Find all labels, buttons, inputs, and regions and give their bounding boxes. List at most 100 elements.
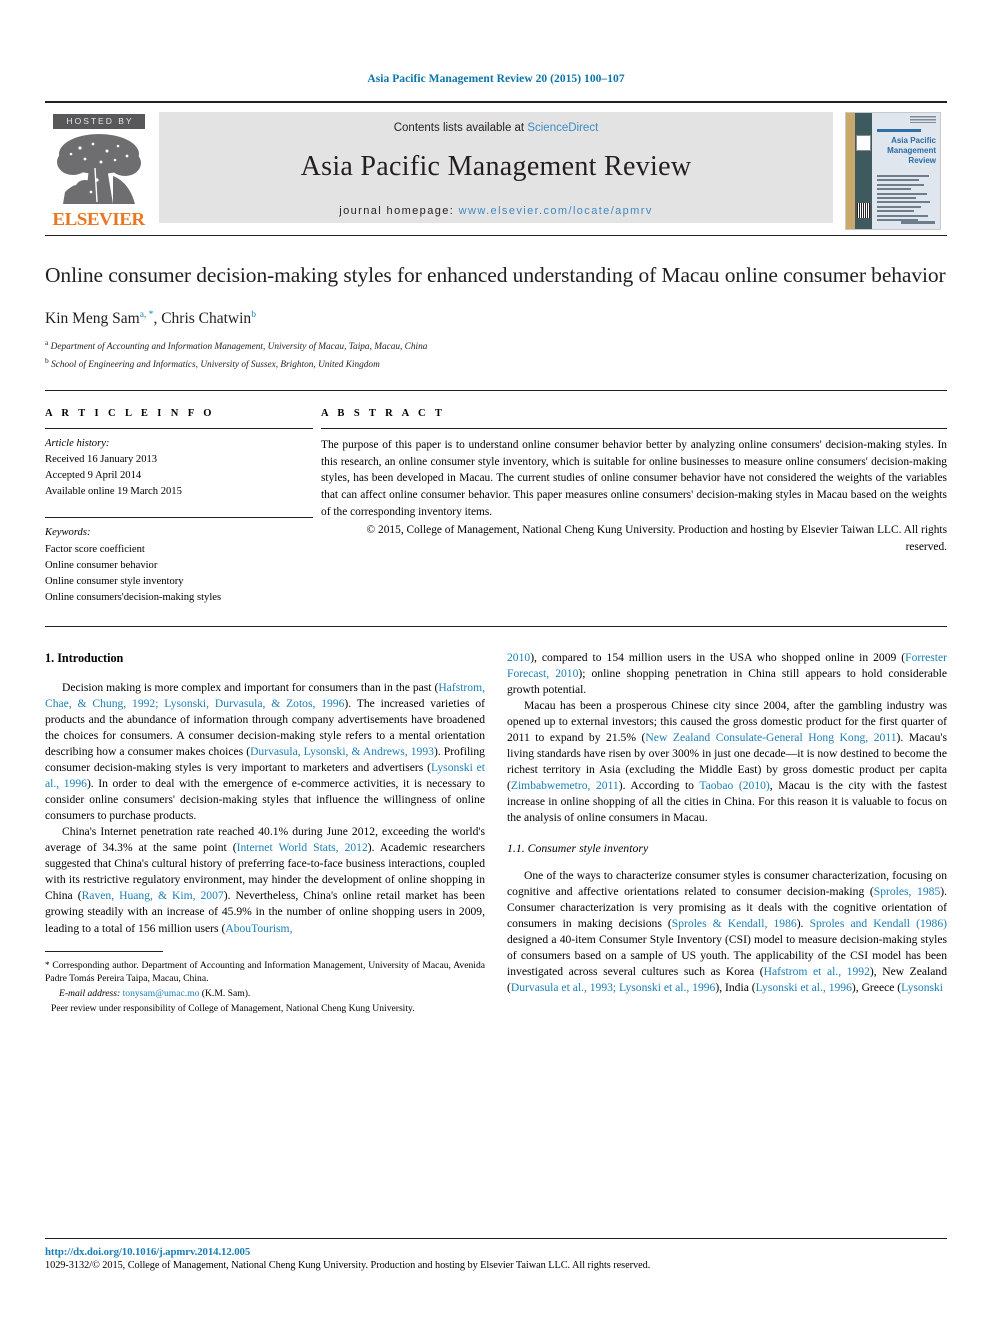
body-column-right: 2010), compared to 154 million users in … (507, 650, 947, 1016)
email-note: E-mail address: tonysam@umac.mo (K.M. Sa… (45, 987, 485, 1001)
cover-eyebrow-rule (877, 129, 921, 132)
body-top-rule (45, 625, 947, 627)
abstract-heading: A B S T R A C T (321, 408, 446, 420)
cover-toc-lines (877, 175, 936, 221)
affiliation-b: b School of Engineering and Informatics,… (45, 355, 947, 373)
affiliation-b-marker: b (45, 355, 49, 365)
body-paragraph: China's Internet penetration rate reache… (45, 824, 485, 936)
abstract-text: The purpose of this paper is to understa… (321, 439, 947, 518)
running-head: Asia Pacific Management Review 20 (2015)… (367, 73, 625, 85)
citation-link[interactable]: Durvasula, Lysonski, & Andrews, 1993 (250, 745, 434, 758)
article-history-label: Article history: (45, 438, 110, 450)
email-label: E-mail address: (59, 988, 121, 1000)
author-2-affiliation-marker: b (251, 309, 256, 320)
body-text: ). (796, 916, 810, 930)
elsevier-tree-icon (55, 132, 143, 209)
body-text: ), compared to 154 million users in the … (530, 650, 906, 664)
keywords-block: Keywords: Factor score coefficient Onlin… (45, 525, 313, 605)
corresponding-author-text: Corresponding author. Department of Acco… (45, 959, 485, 985)
body-text: Decision making is more complex and impo… (62, 680, 439, 694)
abstract-rule (321, 428, 947, 430)
body-paragraph: Decision making is more complex and impo… (45, 680, 485, 824)
footnotes: * Corresponding author. Department of Ac… (45, 950, 485, 1016)
journal-masthead: HOSTED BY ELSEVIER Contents lists availa… (45, 101, 947, 230)
affiliation-a: a Department of Accounting and Informati… (45, 337, 947, 355)
cover-footer-rule (901, 221, 935, 224)
abstract-column: A B S T R A C T The purpose of this pape… (313, 408, 947, 606)
page-footer: http://dx.doi.org/10.1016/j.apmrv.2014.1… (45, 1238, 947, 1271)
keyword-item: Online consumers'decision-making styles (45, 591, 222, 603)
article-received: Received 16 January 2013 (45, 454, 158, 466)
corresponding-author-note: * Corresponding author. Department of Ac… (45, 959, 485, 987)
body-column-left: 1. Introduction Decision making is more … (45, 650, 485, 1016)
article-info-column: A R T I C L E I N F O Article history: R… (45, 408, 313, 606)
citation-link[interactable]: Hafstrom et al., 1992 (764, 965, 870, 978)
keyword-item: Online consumer behavior (45, 559, 158, 571)
citation-link[interactable]: AbouTourism, (225, 922, 292, 935)
citation-link[interactable]: Internet World Stats, 2012 (237, 841, 368, 854)
article-accepted: Accepted 9 April 2014 (45, 470, 142, 482)
citation-link[interactable]: 2010 (507, 651, 530, 664)
affiliation-a-text: Department of Accounting and Information… (50, 342, 428, 353)
cover-seal-icon (856, 135, 871, 151)
left-column-paragraphs: Decision making is more complex and impo… (45, 680, 485, 937)
cover-issn-block (910, 116, 936, 123)
article-history-block: Article history: Received 16 January 201… (45, 436, 313, 500)
body-paragraph: Macau has been a prosperous Chinese city… (507, 698, 947, 826)
contents-prefix: Contents lists available at (393, 122, 528, 134)
info-abstract-row: A R T I C L E I N F O Article history: R… (45, 408, 947, 606)
cover-image: Asia Pacific Management Review (845, 112, 941, 230)
journal-title: Asia Pacific Management Review (300, 151, 692, 182)
info-top-rule (45, 390, 947, 392)
citation-link[interactable]: Lysonski et al., 1996 (756, 981, 852, 994)
footnote-rule (45, 950, 163, 952)
body-paragraph: One of the ways to characterize consumer… (507, 868, 947, 996)
body-text: ), India ( (715, 981, 756, 995)
citation-link[interactable]: Zimbabwemetro, 2011 (511, 779, 619, 792)
article-info-heading: A R T I C L E I N F O (45, 408, 215, 420)
author-name-1: Kin Meng Sam (45, 310, 140, 328)
keywords-label: Keywords: (45, 527, 91, 539)
citation-link[interactable]: Sproles, 1985 (874, 885, 941, 898)
footer-rule (45, 1238, 947, 1239)
masthead-bottom-rule (45, 235, 947, 236)
cover-band-tan (846, 113, 855, 229)
hosted-by-badge: HOSTED BY (53, 114, 145, 129)
citation-link[interactable]: Sproles & Kendall, 1986 (672, 917, 797, 930)
body-columns: 1. Introduction Decision making is more … (45, 650, 947, 1016)
citation-link[interactable]: Sproles and Kendall (1986) (810, 917, 947, 930)
journal-homepage-line: journal homepage: www.elsevier.com/locat… (339, 205, 652, 217)
citation-link[interactable]: Raven, Huang, & Kim, 2007 (82, 889, 224, 902)
author-list: Kin Meng Sama, *, Chris Chatwinb (45, 309, 256, 328)
article-available-online: Available online 19 March 2015 (45, 486, 182, 498)
homepage-prefix: journal homepage: (339, 205, 459, 217)
sciencedirect-link[interactable]: ScienceDirect (527, 122, 598, 134)
journal-cover-thumbnail: Asia Pacific Management Review (839, 112, 947, 230)
body-paragraph: 2010), compared to 154 million users in … (507, 650, 947, 698)
page-title: Online consumer decision-making styles f… (45, 263, 946, 287)
cover-band-teal (855, 113, 872, 229)
cover-title-line2: Management Review (887, 146, 936, 165)
email-owner: (K.M. Sam). (201, 988, 251, 1000)
section-heading-introduction: 1. Introduction (45, 650, 124, 665)
citation-link[interactable]: Durvasula et al., 1993; Lysonski et al.,… (511, 981, 715, 994)
contents-lists-line: Contents lists available at ScienceDirec… (394, 122, 599, 134)
author-name-2: Chris Chatwin (161, 310, 252, 328)
keyword-item: Factor score coefficient (45, 543, 145, 555)
citation-link[interactable]: Taobao (2010) (699, 779, 769, 792)
body-text: ). In order to deal with the emergence o… (45, 777, 486, 823)
email-address-link[interactable]: tonysam@umac.mo (123, 988, 200, 999)
keywords-rule (45, 517, 313, 519)
citation-link[interactable]: New Zealand Consulate-General Hong Kong,… (645, 731, 896, 744)
elsevier-wordmark: ELSEVIER (52, 208, 146, 229)
cover-title-line1: Asia Pacific (891, 136, 936, 145)
journal-homepage-link[interactable]: www.elsevier.com/locate/apmrv (459, 205, 653, 217)
citation-link[interactable]: Lysonski (901, 981, 943, 994)
corresponding-author-marker: * (45, 959, 50, 970)
right-column-paragraphs: 2010), compared to 154 million users in … (507, 650, 947, 996)
issn-copyright-line: 1029-3132/© 2015, College of Management,… (45, 1260, 651, 1271)
section-heading-consumer-style-inventory: 1.1. Consumer style inventory (507, 841, 649, 856)
doi-link[interactable]: http://dx.doi.org/10.1016/j.apmrv.2014.1… (45, 1246, 947, 1258)
article-info-rule (45, 428, 313, 430)
abstract-copyright: © 2015, College of Management, National … (366, 524, 947, 553)
